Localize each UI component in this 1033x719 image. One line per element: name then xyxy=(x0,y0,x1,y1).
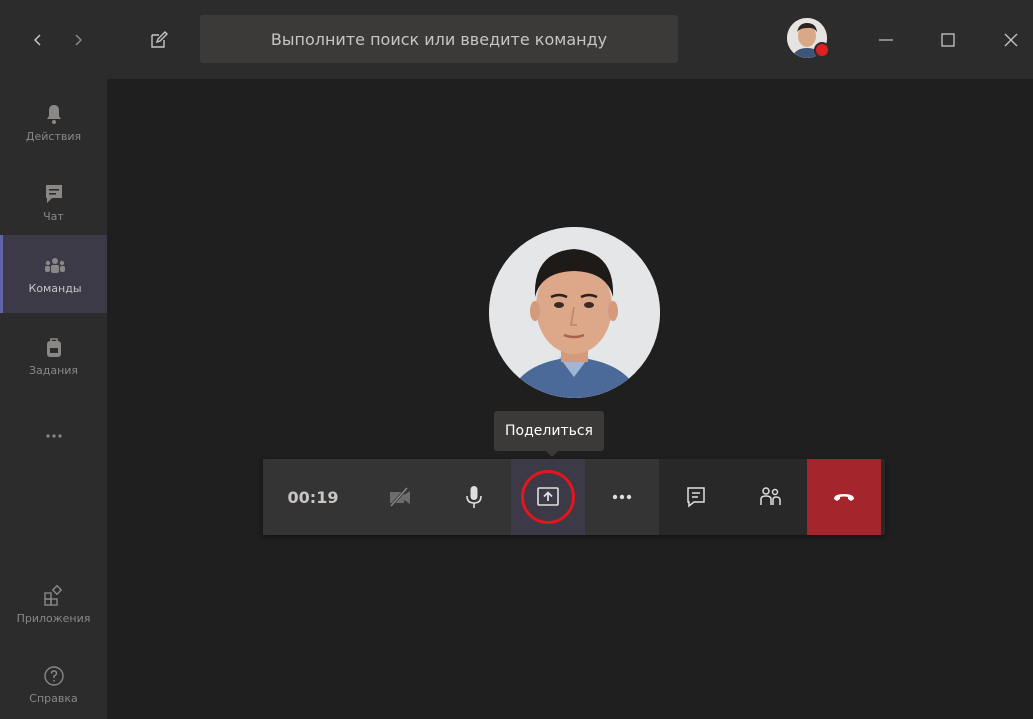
share-highlight-ring xyxy=(521,470,575,524)
maximize-icon xyxy=(941,33,955,47)
assignments-icon xyxy=(46,337,61,357)
minimize-icon xyxy=(879,39,893,41)
panel-controls xyxy=(659,459,807,535)
apps-icon xyxy=(43,584,62,606)
rail-label-chat: Чат xyxy=(43,209,64,223)
presence-busy-indicator xyxy=(814,42,830,58)
share-screen-section xyxy=(511,459,585,535)
rail-item-help[interactable]: Справка xyxy=(0,645,107,719)
profile-avatar[interactable] xyxy=(787,18,830,58)
rail-label-activity: Действия xyxy=(25,129,82,143)
teams-icon xyxy=(45,257,65,273)
call-timer-text: 00:19 xyxy=(287,487,339,507)
microphone-toggle-button[interactable] xyxy=(437,459,511,535)
rail-item-chat[interactable]: Чат xyxy=(0,163,107,241)
minimize-button[interactable] xyxy=(868,22,904,58)
left-app-bar: Действия Чат Команды Задания Приложения … xyxy=(0,79,107,719)
show-chat-button[interactable] xyxy=(659,459,733,535)
more-options-icon xyxy=(612,494,632,500)
rail-item-apps[interactable]: Приложения xyxy=(0,565,107,643)
new-chat-button[interactable] xyxy=(144,25,174,55)
hang-up-button[interactable] xyxy=(807,459,881,535)
rail-label-apps: Приложения xyxy=(16,611,91,625)
teams-window: Выполните поиск или введите команду Дейс… xyxy=(0,0,1033,719)
more-section xyxy=(585,459,659,535)
bell-icon xyxy=(46,104,61,124)
participant-photo xyxy=(489,227,660,398)
media-controls xyxy=(363,459,511,535)
share-tooltip: Поделиться xyxy=(494,411,604,457)
microphone-icon xyxy=(466,486,482,508)
maximize-button[interactable] xyxy=(930,22,966,58)
share-tooltip-text: Поделиться xyxy=(505,423,593,439)
rail-label-teams: Команды xyxy=(28,281,82,295)
call-timer: 00:19 xyxy=(263,459,363,535)
show-participants-button[interactable] xyxy=(733,459,807,535)
hang-up-icon xyxy=(834,494,854,501)
forward-button[interactable] xyxy=(64,22,92,58)
chat-icon xyxy=(687,487,705,508)
rail-item-teams[interactable]: Команды xyxy=(0,235,107,313)
more-icon xyxy=(45,434,62,438)
participant-avatar xyxy=(489,227,660,398)
share-screen-icon xyxy=(537,487,559,506)
call-controls-bar: 00:19 xyxy=(263,459,885,535)
rail-item-assignments[interactable]: Задания xyxy=(0,317,107,395)
back-button[interactable] xyxy=(24,22,52,58)
title-bar: Выполните поиск или введите команду xyxy=(0,0,1033,79)
rail-item-more[interactable] xyxy=(0,397,107,475)
share-screen-button[interactable] xyxy=(511,459,585,535)
help-icon xyxy=(43,665,64,686)
rail-label-help: Справка xyxy=(29,691,78,705)
chat-icon xyxy=(45,184,62,203)
participants-icon xyxy=(760,487,781,505)
search-placeholder: Выполните поиск или введите команду xyxy=(270,29,608,49)
camera-toggle-button[interactable] xyxy=(363,459,437,535)
close-button[interactable] xyxy=(993,22,1029,58)
rail-label-assignments: Задания xyxy=(28,363,79,377)
close-icon xyxy=(1004,33,1018,47)
rail-item-activity[interactable]: Действия xyxy=(0,83,107,161)
chevron-left-icon xyxy=(33,34,41,46)
more-options-button[interactable] xyxy=(585,459,659,535)
search-input[interactable]: Выполните поиск или введите команду xyxy=(200,15,678,63)
camera-off-icon xyxy=(389,487,410,507)
chevron-right-icon xyxy=(75,34,83,46)
compose-icon xyxy=(151,31,168,48)
